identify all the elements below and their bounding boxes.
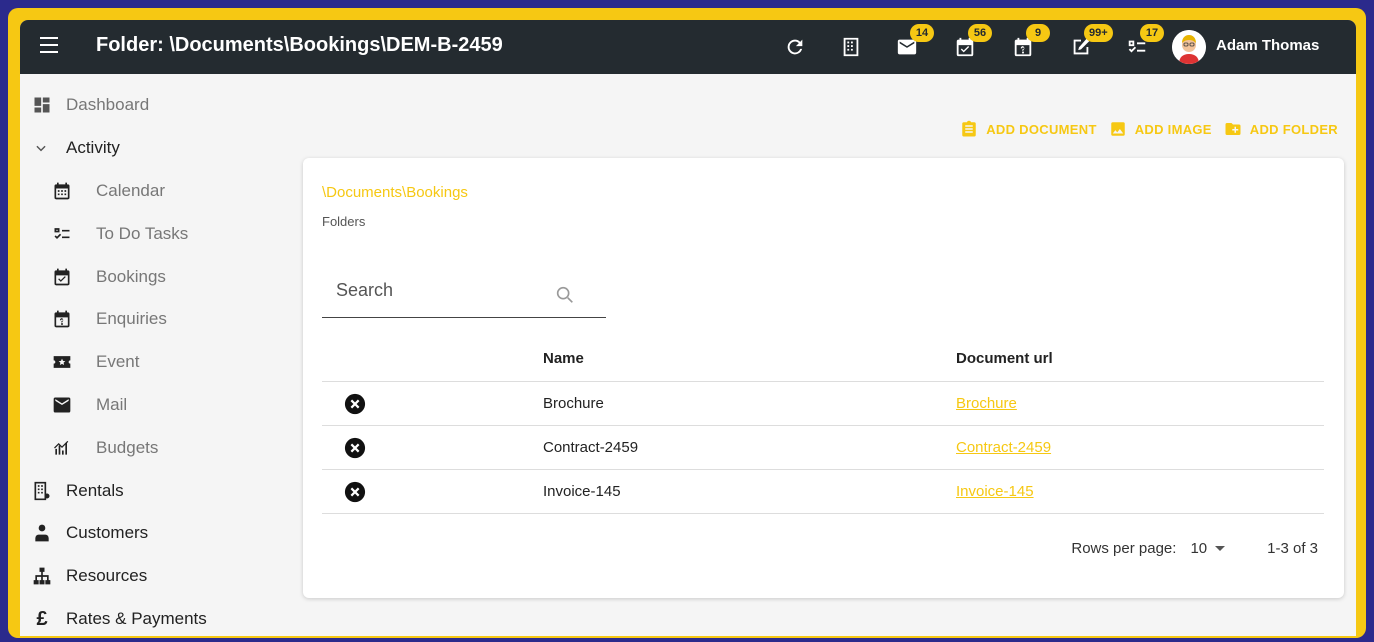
row-url-link[interactable]: Contract-2459 [956,426,1051,469]
sidebar-item-label: Dashboard [66,95,150,114]
sidebar-item-todo[interactable]: To Do Tasks [52,219,188,249]
hierarchy-icon [32,566,52,586]
documents-table: Name Document url Brochure Brochure Cont… [322,336,1324,514]
sidebar-item-event[interactable]: Event [52,347,139,377]
sidebar-item-budgets[interactable]: Budgets [52,433,158,463]
pagination: Rows per page: 10 1-3 of 3 [1071,540,1318,557]
delete-button[interactable] [344,470,366,513]
delete-button[interactable] [344,426,366,469]
calendar-check-icon[interactable]: 56 [954,24,992,58]
table-row: Contract-2459 Contract-2459 [322,426,1324,470]
close-circle-icon [344,437,366,458]
sidebar-item-mail[interactable]: Mail [52,390,127,420]
sidebar-item-label: Budgets [96,438,159,457]
sidebar-item-resources[interactable]: Resources [32,561,147,591]
row-name: Brochure [543,395,604,412]
section-subtitle: Folders [322,214,366,229]
calendar-check-icon [52,267,72,287]
sidebar-item-rentals[interactable]: Rentals [32,476,124,506]
sidebar-item-dashboard[interactable]: Dashboard [32,90,149,120]
column-header-url[interactable]: Document url [956,336,1053,381]
row-name: Invoice-145 [543,483,621,500]
bookings-badge: 56 [968,24,992,42]
row-url-link[interactable]: Brochure [956,382,1017,425]
edit-badge: 99+ [1084,24,1113,42]
search-field [322,270,606,318]
folder-card: \Documents\Bookings Folders Name Documen… [303,158,1344,598]
sidebar-item-label: Mail [96,395,128,414]
sidebar-item-label: Bookings [96,267,166,286]
calendar-icon [52,181,72,201]
sidebar-item-label: Enquiries [96,309,167,328]
calendar-question-icon[interactable]: 9 [1012,24,1050,58]
pound-icon: £ [36,607,48,630]
add-folder-label: ADD FOLDER [1249,121,1338,137]
sidebar-item-rates-payments[interactable]: £ Rates & Payments [32,604,207,634]
sidebar-item-activity[interactable]: Activity [34,133,120,163]
sidebar-item-calendar[interactable]: Calendar [52,176,165,206]
rows-per-page-select[interactable]: 10 [1190,540,1226,557]
calendar-question-icon [52,309,72,329]
sidebar-item-label: To Do Tasks [96,224,189,243]
user-name[interactable]: Adam Thomas [1216,37,1319,54]
actions-bar: ADD DOCUMENT ADD IMAGE ADD FOLDER [960,120,1338,138]
row-url-link[interactable]: Invoice-145 [956,470,1034,513]
rows-per-page-value: 10 [1190,540,1208,557]
enquiries-badge: 9 [1026,24,1050,42]
dashboard-icon [32,95,52,115]
row-name: Contract-2459 [543,439,639,456]
image-icon [1110,122,1125,136]
column-header-name[interactable]: Name [543,336,584,381]
delete-button[interactable] [344,382,366,425]
refresh-icon[interactable] [784,36,806,58]
folder-plus-icon [1225,123,1241,135]
sidebar-item-bookings[interactable]: Bookings [52,262,166,292]
mail-icon[interactable]: 14 [896,24,934,58]
building-icon[interactable] [840,36,862,58]
chart-icon [52,438,72,458]
sidebar: Dashboard Activity Calendar To Do Tasks … [20,74,300,636]
app-window: Folder: \Documents\Bookings\DEM-B-2459 1… [20,20,1356,636]
sidebar-item-label: Calendar [96,181,165,200]
page-range: 1-3 of 3 [1267,540,1318,557]
table-header: Name Document url [322,336,1324,382]
menu-icon[interactable] [40,37,62,57]
page-title: Folder: \Documents\Bookings\DEM-B-2459 [96,34,503,56]
ticket-icon [52,352,72,372]
edit-icon[interactable]: 99+ [1070,24,1113,58]
customers-icon [32,523,52,543]
breadcrumb[interactable]: \Documents\Bookings [322,184,468,201]
search-icon[interactable] [554,284,576,306]
tasks-icon[interactable]: 17 [1126,24,1164,58]
sidebar-item-label: Event [96,352,140,371]
checklist-icon [52,224,72,244]
caret-down-icon [1215,546,1226,551]
rows-per-page-label: Rows per page: [1071,540,1177,557]
search-input[interactable] [336,280,536,301]
sidebar-item-label: Rates & Payments [66,609,207,628]
add-image-button[interactable]: ADD IMAGE [1109,120,1212,138]
table-row: Invoice-145 Invoice-145 [322,470,1324,514]
chevron-down-icon [34,138,48,158]
add-image-label: ADD IMAGE [1134,121,1212,137]
mail-badge: 14 [910,24,934,42]
sidebar-item-label: Activity [66,138,120,157]
clipboard-icon [962,120,976,137]
building-icon [32,481,52,501]
tasks-badge: 17 [1140,24,1164,42]
sidebar-item-label: Customers [66,523,149,542]
sidebar-item-customers[interactable]: Customers [32,518,148,548]
top-bar: Folder: \Documents\Bookings\DEM-B-2459 1… [20,20,1356,74]
add-document-button[interactable]: ADD DOCUMENT [960,120,1096,138]
mail-icon [52,395,72,415]
sidebar-item-enquiries[interactable]: Enquiries [52,304,167,334]
close-circle-icon [344,393,366,414]
add-document-label: ADD DOCUMENT [986,121,1097,137]
sidebar-item-label: Resources [66,566,148,585]
table-row: Brochure Brochure [322,382,1324,426]
add-folder-button[interactable]: ADD FOLDER [1224,120,1338,138]
close-circle-icon [344,481,366,502]
sidebar-item-label: Rentals [66,481,124,500]
avatar[interactable] [1172,30,1206,64]
